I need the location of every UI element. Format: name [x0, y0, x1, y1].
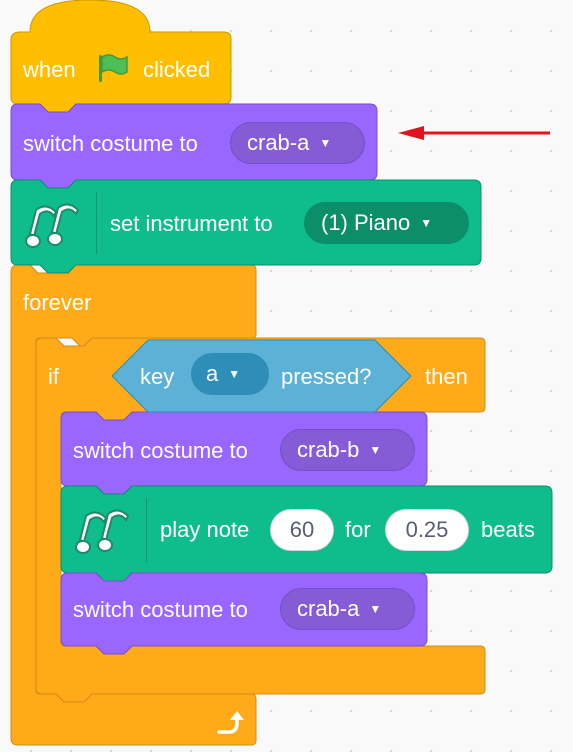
forever-label: forever: [23, 290, 92, 315]
key-value: a: [206, 361, 219, 386]
loop-arrow-icon: [217, 711, 244, 734]
key-dropdown[interactable]: a ▼: [191, 353, 269, 395]
costume-value: crab-a: [247, 130, 310, 155]
switch-costume-label: switch costume to: [23, 131, 198, 156]
dropdown-caret-icon: ▼: [369, 443, 382, 457]
instrument-value: (1) Piano: [321, 210, 411, 235]
when-label: when: [23, 57, 76, 82]
green-flag-icon[interactable]: [96, 52, 130, 84]
play-note-label: play note: [160, 517, 250, 542]
instrument-dropdown[interactable]: (1) Piano ▼: [304, 202, 469, 244]
dropdown-caret-icon: ▼: [319, 136, 332, 150]
block-separator: [96, 192, 97, 254]
costume-dropdown[interactable]: crab-a ▼: [280, 588, 415, 630]
annotation-arrow: [398, 126, 550, 140]
clicked-label: clicked: [143, 57, 211, 82]
music-note-icon: [75, 509, 130, 554]
costume-value: crab-b: [297, 437, 360, 462]
pressed-label: pressed?: [281, 364, 372, 389]
dropdown-caret-icon: ▼: [420, 216, 433, 230]
switch-costume-label: switch costume to: [73, 597, 248, 622]
if-label: if: [48, 364, 59, 389]
for-label: for: [345, 517, 371, 542]
set-instrument-label: set instrument to: [110, 211, 273, 236]
costume-value: crab-a: [297, 596, 360, 621]
note-input[interactable]: 60: [270, 509, 334, 551]
costume-dropdown[interactable]: crab-a ▼: [230, 122, 365, 164]
dropdown-caret-icon: ▼: [228, 367, 241, 381]
then-label: then: [425, 364, 468, 389]
switch-costume-label: switch costume to: [73, 438, 248, 463]
music-note-icon: [25, 203, 80, 248]
costume-dropdown[interactable]: crab-b ▼: [280, 429, 415, 471]
beats-input[interactable]: 0.25: [385, 509, 469, 551]
beats-label: beats: [481, 517, 535, 542]
dropdown-caret-icon: ▼: [369, 602, 382, 616]
key-label: key: [140, 364, 175, 389]
block-separator: [146, 498, 147, 562]
